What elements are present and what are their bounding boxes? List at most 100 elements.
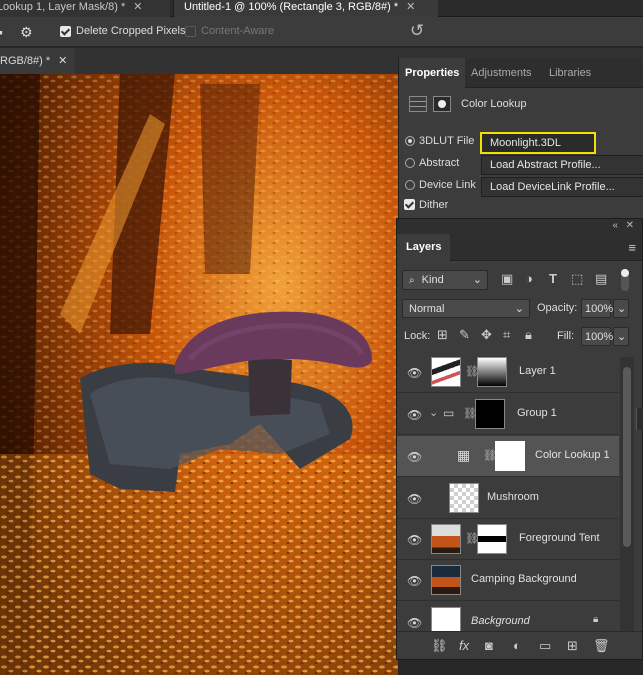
scrollbar-thumb[interactable] — [623, 367, 631, 547]
eye-icon[interactable]: 👁︎ — [407, 450, 422, 464]
close-icon[interactable]: ✕ — [133, 1, 142, 13]
devicelink-label: Device Link — [419, 179, 476, 191]
chevron-down-icon: ⌄ — [472, 274, 482, 286]
document-tab-bar: or Lookup 1, Layer Mask/8) * ✕ Untitled-1… — [0, 0, 643, 17]
filter-adjustment-icon[interactable]: ◑ — [525, 271, 533, 286]
opacity-input[interactable]: 100% — [581, 299, 613, 318]
layer-label: Group 1 — [517, 407, 557, 419]
doc-tab-title: RGB/8#) * — [0, 55, 51, 67]
layer-row-foreground-tent[interactable]: 👁︎ ⛓︎ Foreground Tent — [397, 519, 619, 560]
delete-cropped-label: Delete Cropped Pixels — [76, 25, 186, 37]
layers-scrollbar[interactable] — [620, 357, 634, 632]
layers-tabs: Layers ≡ — [397, 234, 642, 261]
collapse-icon[interactable]: « — [612, 220, 618, 231]
lock-brush-icon[interactable]: ✎ — [459, 327, 470, 343]
content-aware-checkbox[interactable] — [185, 26, 196, 37]
filter-type-icon[interactable]: T — [549, 271, 557, 286]
lock-move-icon[interactable]: ✥ — [481, 327, 492, 343]
layer-row-color-lookup-1[interactable]: 👁︎ ▦ ⛓︎ Color Lookup 1 — [397, 436, 619, 477]
properties-header: Color Lookup — [399, 94, 643, 116]
lut-radio[interactable] — [405, 136, 415, 146]
adjustment-layer-icon[interactable]: ◐ — [513, 638, 521, 653]
tab-properties[interactable]: Properties — [399, 58, 466, 88]
new-group-icon[interactable]: ▭ — [539, 638, 551, 654]
fx-icon[interactable]: fx — [459, 638, 469, 653]
tab-title: Untitled-1 @ 100% (Rectangle 3, RGB/8#) … — [184, 1, 399, 13]
fill-label: Fill: — [557, 330, 575, 342]
layer-label: Background — [471, 615, 530, 627]
close-icon[interactable]: ✕ — [626, 220, 634, 231]
layer-row-group-1[interactable]: 👁︎ ⌄ ▭ ⛓︎ Group 1 — [397, 394, 619, 435]
tab-layers[interactable]: Layers — [397, 234, 451, 261]
eye-icon[interactable]: 👁︎ — [407, 574, 422, 588]
mask-icon[interactable] — [433, 96, 451, 112]
devicelink-dropdown[interactable]: Load DeviceLink Profile... — [481, 177, 643, 197]
dither-label: Dither — [419, 199, 449, 211]
layer-row-layer-1[interactable]: 👁︎ ⛓︎ Layer 1 — [397, 352, 619, 393]
canvas-artwork — [0, 74, 398, 675]
add-mask-icon[interactable]: ◙ — [485, 638, 493, 653]
lock-transparent-icon[interactable]: ⊞ — [437, 327, 448, 343]
layer-filter-kind[interactable]: ⌕ Kind ⌄ — [402, 270, 488, 290]
mask-thumbnail — [495, 441, 525, 471]
gear-icon[interactable]: ⚙ — [20, 24, 33, 41]
eye-icon[interactable]: 👁︎ — [407, 616, 422, 630]
layer-row-mushroom[interactable]: 👁︎ Mushroom — [397, 478, 619, 519]
tab-adjustments[interactable]: Adjustments — [465, 58, 538, 88]
new-layer-icon[interactable]: ⊞ — [567, 638, 578, 654]
document-tab-color-lookup[interactable]: or Lookup 1, Layer Mask/8) * ✕ — [0, 0, 170, 17]
folder-icon: ▭ — [443, 406, 455, 420]
chevron-down-icon: ⌄ — [617, 303, 627, 315]
chevron-down-icon[interactable]: ⌄ — [429, 406, 438, 419]
adjustment-grid-icon[interactable] — [409, 96, 427, 112]
opacity-dropdown[interactable]: ⌄ — [613, 299, 629, 318]
layer-thumbnail — [431, 607, 461, 631]
blend-mode-dropdown[interactable]: Normal ⌄ — [402, 299, 530, 318]
abstract-dropdown[interactable]: Load Abstract Profile... — [481, 155, 643, 175]
eye-icon[interactable]: 👁︎ — [407, 366, 422, 380]
dither-checkbox[interactable] — [404, 199, 415, 210]
document-tab-active[interactable]: RGB/8#) * ✕ — [0, 48, 76, 74]
mask-circle-icon — [438, 100, 446, 108]
filter-shape-icon[interactable]: ⬚ — [571, 271, 583, 287]
properties-title: Color Lookup — [461, 98, 527, 110]
lock-all-icon[interactable]: 🔒︎ — [525, 327, 532, 343]
layer-row-camping-background[interactable]: 👁︎ Camping Background — [397, 560, 619, 601]
reset-icon[interactable]: ↺ — [410, 21, 424, 41]
close-icon[interactable]: ✕ — [58, 55, 67, 67]
trash-icon[interactable]: 🗑︎ — [593, 638, 610, 654]
layer-label: Mushroom — [487, 491, 539, 503]
link-layers-icon[interactable]: ⛓︎ — [431, 638, 448, 654]
filter-smart-icon[interactable]: ▤ — [595, 271, 607, 287]
devicelink-radio[interactable] — [405, 180, 415, 190]
properties-panel: Properties Adjustments Libraries Color L… — [398, 58, 643, 218]
tab-libraries[interactable]: Libraries — [543, 58, 597, 88]
canvas[interactable] — [0, 74, 398, 675]
layer-label: Camping Background — [471, 573, 577, 585]
lock-artboard-icon[interactable]: ⌗ — [503, 327, 510, 343]
close-icon[interactable]: ✕ — [406, 1, 415, 13]
delete-cropped-checkbox[interactable] — [60, 26, 71, 37]
search-icon: ⌕ — [409, 275, 415, 286]
filter-image-icon[interactable]: ▣ — [501, 271, 513, 287]
fill-dropdown[interactable]: ⌄ — [613, 327, 629, 346]
mask-thumbnail — [477, 524, 507, 554]
eye-icon[interactable]: 👁︎ — [407, 533, 422, 547]
layer-label: Layer 1 — [519, 365, 556, 377]
blend-mode-value: Normal — [409, 303, 445, 315]
panel-menu-icon[interactable]: ≡ — [628, 240, 636, 255]
panel-edge — [636, 408, 643, 430]
tool-icon[interactable]: ▪ — [0, 24, 3, 40]
fill-input[interactable]: 100% — [581, 327, 613, 346]
mask-thumbnail — [477, 357, 507, 387]
eye-icon[interactable]: 👁︎ — [407, 408, 422, 422]
document-tab-untitled[interactable]: Untitled-1 @ 100% (Rectangle 3, RGB/8#) … — [173, 0, 438, 17]
eye-icon[interactable]: 👁︎ — [407, 492, 422, 506]
abstract-radio[interactable] — [405, 158, 415, 168]
lut-file-dropdown[interactable]: Moonlight.3DL — [480, 132, 596, 154]
layer-thumbnail — [449, 483, 479, 513]
layer-row-background[interactable]: 👁︎ Background 🔒︎ — [397, 602, 619, 632]
filter-toggle[interactable] — [621, 269, 629, 291]
content-aware-label: Content-Aware — [201, 25, 275, 37]
layer-thumbnail — [431, 357, 461, 387]
